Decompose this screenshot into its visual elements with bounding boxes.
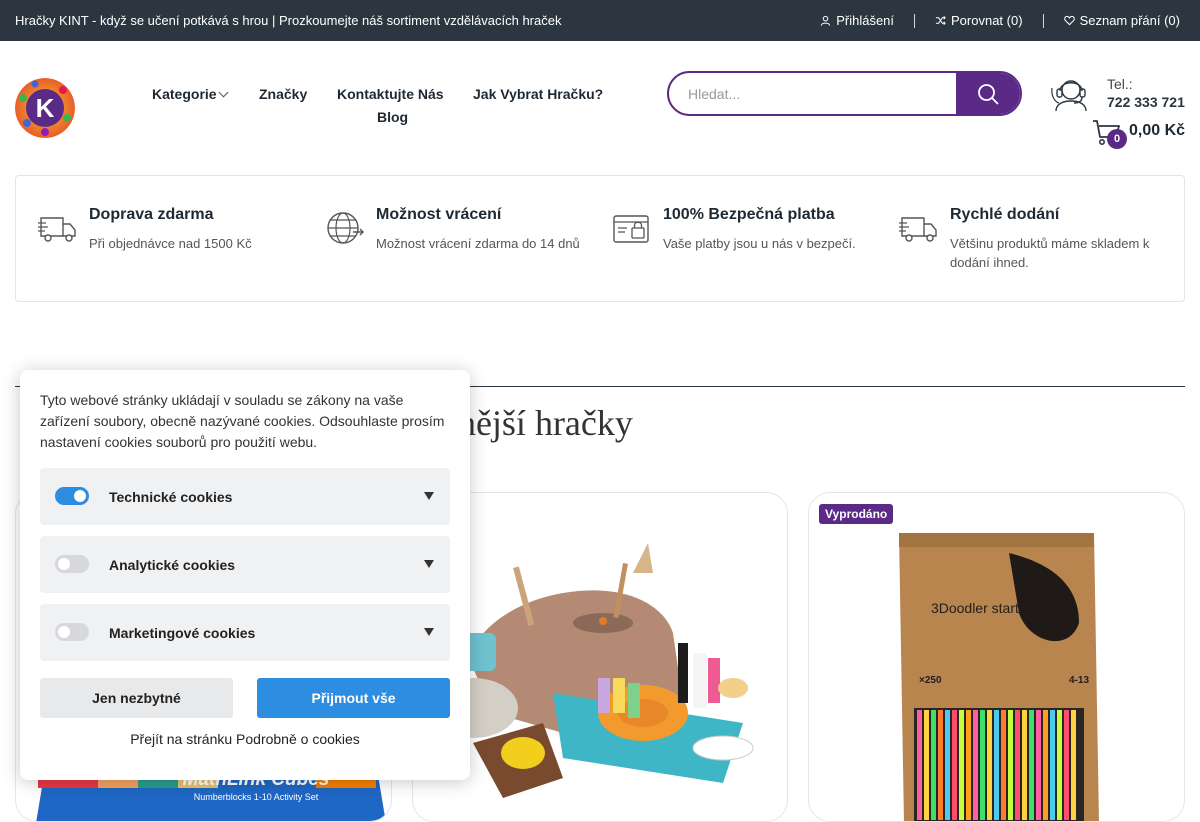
necessary-only-button[interactable]: Jen nezbytné <box>40 678 233 718</box>
feature-title: Možnost vrácení <box>376 206 502 223</box>
store-logo[interactable]: K <box>15 78 75 138</box>
search-input[interactable] <box>669 73 956 114</box>
analytics-cookies-toggle[interactable] <box>55 555 89 573</box>
accept-all-button[interactable]: Přijmout vše <box>257 678 450 718</box>
nav-categories[interactable]: Kategorie <box>152 86 229 102</box>
nav-contact[interactable]: Kontaktujte Nás <box>337 86 444 102</box>
compare-label: Porovnat (0) <box>951 13 1023 28</box>
top-links: Přihlášení Porovnat (0) Seznam přání (0) <box>800 0 1200 41</box>
globe-icon <box>327 212 364 244</box>
filament-strands <box>917 710 1076 820</box>
promo-text: Hračky KINT - když se učení potkává s hr… <box>15 13 562 28</box>
cart-count-badge: 0 <box>1107 129 1127 149</box>
truck-icon <box>899 217 937 242</box>
features-box: Doprava zdarma Při objednávce nad 1500 K… <box>15 175 1185 302</box>
nav-brands[interactable]: Značky <box>259 86 307 102</box>
headset-support-icon <box>1051 80 1087 112</box>
marketing-cookies-toggle[interactable] <box>55 623 89 641</box>
feature-desc: Většinu produktů máme skladem k dodání i… <box>950 236 1150 270</box>
sold-out-badge: Vyprodáno <box>819 504 894 524</box>
feature-title: Doprava zdarma <box>89 206 214 223</box>
toggle-knob <box>58 626 70 638</box>
product-image-brand: 3Doodler start+ <box>931 600 1027 616</box>
technical-cookies-toggle[interactable] <box>55 487 89 505</box>
phone-number[interactable]: 722 333 721 <box>1107 94 1185 110</box>
cookie-group-marketing[interactable]: Marketingové cookies <box>40 604 450 661</box>
feature-title: 100% Bezpečná platba <box>663 206 835 223</box>
compare-link[interactable]: Porovnat (0) <box>915 13 1043 28</box>
top-bar: Hračky KINT - když se učení potkává s hr… <box>0 0 1200 41</box>
cookie-group-label: Marketingové cookies <box>109 625 256 641</box>
expand-arrow-icon[interactable] <box>424 628 434 636</box>
cart-total[interactable]: 0,00 Kč <box>1129 122 1185 140</box>
wishlist-label: Seznam přání (0) <box>1079 13 1180 28</box>
secure-card-icon <box>613 215 649 243</box>
cookie-group-technical[interactable]: Technické cookies <box>40 468 450 525</box>
shuffle-icon <box>935 16 946 25</box>
toggle-knob <box>74 490 86 502</box>
feature-desc: Vaše platby jsou u nás v bezpečí. <box>663 236 856 251</box>
product-card[interactable]: 3Doodler start+ ×250 4-13 Vyprodáno <box>808 492 1185 822</box>
logo-letter: K <box>36 93 55 123</box>
cookie-details-link[interactable]: Přejít na stránku Podrobně o cookies <box>20 731 470 747</box>
feature-desc: Možnost vrácení zdarma do 14 dnů <box>376 236 580 251</box>
nav-how-to-choose[interactable]: Jak Vybrat Hračku? <box>473 86 603 102</box>
chevron-down-icon <box>218 87 229 98</box>
user-icon <box>821 15 831 26</box>
cookie-intro-text: Tyto webové stránky ukládají v souladu s… <box>40 392 445 450</box>
product-image-subtitle: Numberblocks 1-10 Activity Set <box>194 792 319 802</box>
cookie-consent-dialog: Tyto webové stránky ukládají v souladu s… <box>20 370 470 780</box>
truck-icon <box>38 217 76 242</box>
expand-arrow-icon[interactable] <box>424 492 434 500</box>
search-bar <box>667 71 1022 116</box>
heart-icon <box>1063 15 1075 26</box>
feature-title: Rychlé dodání <box>950 206 1060 223</box>
expand-arrow-icon[interactable] <box>424 560 434 568</box>
product-image[interactable]: 3Doodler start+ ×250 4-13 <box>809 493 1185 822</box>
feature-desc: Při objednávce nad 1500 Kč <box>89 236 252 251</box>
login-label: Přihlášení <box>836 13 895 28</box>
product-image-age: 4-13 <box>1069 675 1089 686</box>
nav-blog[interactable]: Blog <box>377 109 408 125</box>
toggle-knob <box>58 558 70 570</box>
login-link[interactable]: Přihlášení <box>800 13 914 28</box>
cookie-group-analytics[interactable]: Analytické cookies <box>40 536 450 593</box>
cookie-group-label: Technické cookies <box>109 489 233 505</box>
search-button[interactable] <box>956 73 1020 114</box>
nav-categories-label: Kategorie <box>152 86 217 102</box>
phone-label: Tel.: <box>1107 76 1133 92</box>
wishlist-link[interactable]: Seznam přání (0) <box>1044 13 1200 28</box>
search-icon <box>978 83 999 104</box>
cookie-group-label: Analytické cookies <box>109 557 236 573</box>
product-image-count: ×250 <box>919 675 942 686</box>
